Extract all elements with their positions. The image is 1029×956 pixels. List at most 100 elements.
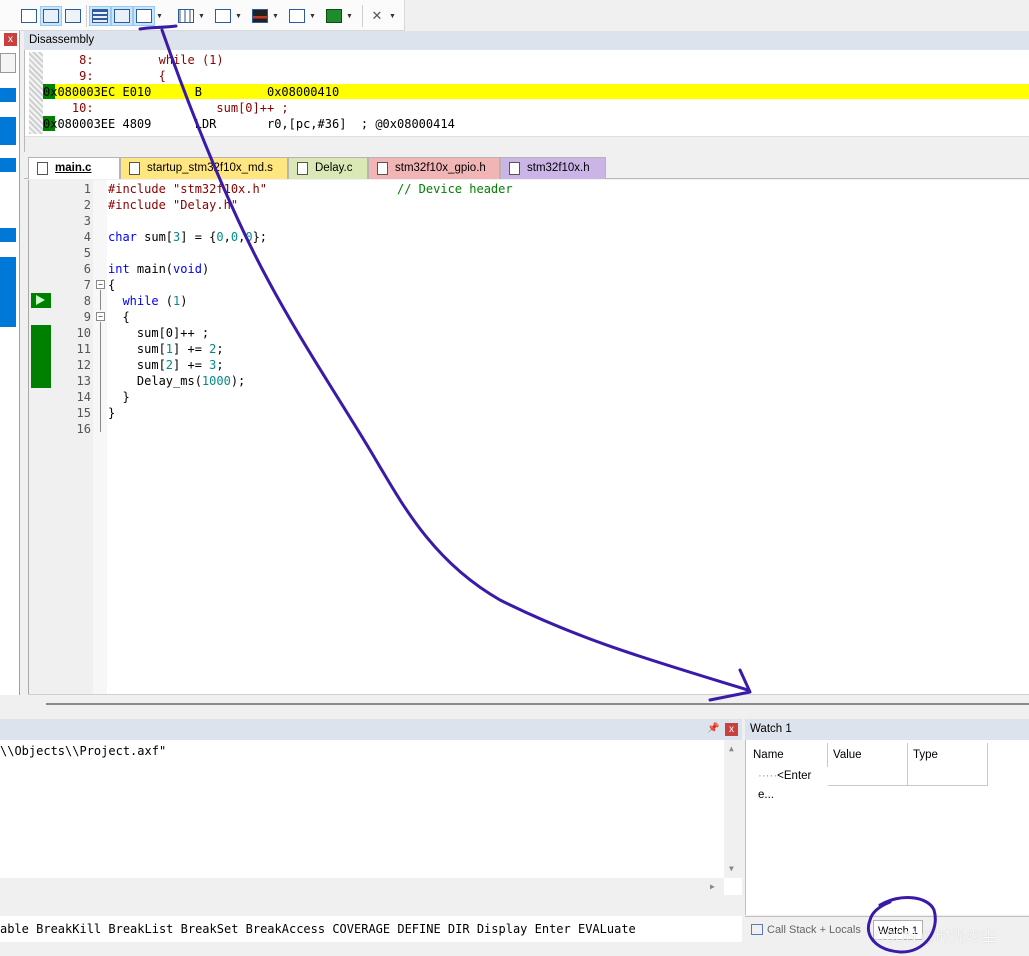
watch-windows-button[interactable] (133, 6, 155, 26)
code-line[interactable]: while (1) (108, 293, 187, 309)
logic-analyzer-icon (252, 9, 268, 23)
trace-windows-button[interactable] (286, 6, 308, 26)
disassembly-source-line[interactable]: 8: while (1) (43, 52, 224, 68)
code-text: main( (129, 262, 174, 276)
keyword: void (173, 262, 202, 276)
disassembly-instruction-line[interactable]: 0x080003EE 4809 LDR r0,[pc,#36] ; @0x080… (43, 116, 455, 132)
column-header-type[interactable]: Type (908, 743, 988, 767)
code-line[interactable]: int main(void) (108, 261, 209, 277)
line-number: 9 (83, 310, 91, 324)
scroll-up-icon[interactable]: ▲ (729, 744, 734, 753)
scroll-down-icon[interactable]: ▼ (729, 864, 734, 873)
watch-dropdown-arrow[interactable]: ▼ (155, 13, 164, 20)
code-line[interactable]: char sum[3] = {0,0,0}; (108, 229, 267, 245)
close-icon[interactable]: x (4, 33, 17, 46)
line-number: 2 (83, 198, 91, 212)
tab-delay-c[interactable]: Delay.c (288, 157, 368, 179)
call-stack-icon (114, 9, 130, 23)
analysis-windows-button[interactable] (249, 6, 271, 26)
code-line[interactable]: { (108, 277, 115, 293)
code-line[interactable]: { (108, 309, 129, 325)
editor-tabs: main.c startup_stm32f10x_md.s Delay.c st… (24, 155, 1029, 179)
memory-windows-button[interactable] (175, 6, 197, 26)
code-line[interactable]: sum[2] += 3; (108, 357, 224, 373)
tab-startup[interactable]: startup_stm32f10x_md.s (120, 157, 288, 179)
code-line[interactable]: sum[0]++ ; (108, 325, 209, 341)
symbols-window-button[interactable] (62, 6, 84, 26)
code-line[interactable]: } (108, 389, 129, 405)
file-icon (37, 162, 48, 175)
registers-window-button[interactable] (89, 6, 111, 26)
line-number: 14 (76, 390, 91, 404)
close-icon[interactable]: x (725, 723, 738, 736)
number: 0 (245, 230, 253, 244)
watch-window[interactable]: Name Value Type ·····<Enter e... (745, 740, 1029, 915)
number: 0 (216, 230, 224, 244)
code-line[interactable]: #include "stm32f10x.h" // Device header (108, 181, 513, 197)
watch-entry-value[interactable] (828, 767, 908, 786)
keyword: while (122, 294, 159, 308)
command-window-button[interactable] (18, 6, 40, 26)
toolbox-dropdown-arrow[interactable]: ▼ (388, 13, 397, 20)
selected-item[interactable] (0, 257, 16, 327)
horizontal-scrollbar[interactable]: ▶ (0, 878, 724, 895)
file-icon (129, 162, 140, 175)
file-icon (377, 162, 388, 175)
vertical-scrollbar[interactable]: ▲ ▼ (724, 740, 742, 878)
code-text: Delay_ms( (108, 374, 202, 388)
number: 0 (230, 230, 239, 244)
serial-icon (215, 9, 231, 23)
analysis-dropdown-arrow[interactable]: ▼ (271, 13, 280, 20)
command-output[interactable]: \\Objects\\Project.axf" ▲ ▼ ▶ (0, 740, 742, 895)
line-number: 1 (83, 182, 91, 196)
disassembly-source-line[interactable]: 10: sum[0]++ ; (43, 100, 289, 116)
serial-dropdown-arrow[interactable]: ▼ (234, 13, 243, 20)
fold-toggle-icon[interactable]: − (96, 280, 105, 289)
disassembly-instruction-line[interactable]: 0x080003EC E010 B 0x08000410 (43, 84, 339, 100)
watch-entry-name[interactable]: ·····<Enter e... (748, 767, 828, 801)
selected-item[interactable] (0, 88, 16, 102)
code-text: ; (216, 342, 224, 356)
disassembly-source-line[interactable]: 9: { (43, 68, 166, 84)
line-number: 8 (83, 294, 91, 308)
code-text: ); (230, 374, 246, 388)
directive: #include (108, 182, 174, 196)
system-viewer-icon (326, 9, 342, 23)
disassembly-window-button[interactable] (40, 6, 62, 26)
serial-windows-button[interactable] (212, 6, 234, 26)
horizontal-scrollbar[interactable] (25, 136, 1029, 152)
selected-item[interactable] (0, 158, 16, 172)
selected-item[interactable] (0, 228, 16, 242)
tools-icon: ✕ (371, 8, 383, 23)
tab-gpio-h[interactable]: stm32f10x_gpio.h (368, 157, 500, 179)
code-text: ] = { (180, 230, 217, 244)
selected-item[interactable] (0, 117, 16, 145)
column-header-name[interactable]: Name (748, 743, 828, 767)
tab-call-stack-locals[interactable]: Call Stack + Locals (751, 920, 861, 940)
column-header-value[interactable]: Value (828, 743, 908, 767)
trace-dropdown-arrow[interactable]: ▼ (308, 13, 317, 20)
command-window-header: 📌 x (0, 719, 742, 740)
system-viewer-button[interactable] (323, 6, 345, 26)
panel-button[interactable] (0, 53, 16, 73)
scrollbar-thumb[interactable] (46, 703, 1029, 705)
code-text: ( (158, 294, 174, 308)
code-line[interactable]: #include "Delay.h" (108, 197, 238, 213)
tab-main-c[interactable]: main.c (28, 157, 120, 179)
code-line[interactable]: } (108, 405, 115, 421)
code-line[interactable]: Delay_ms(1000); (108, 373, 245, 389)
code-editor[interactable]: 1 2 3 4 5 6 7 8 9 10 11 12 13 14 15 16 −… (28, 180, 1029, 694)
call-stack-window-button[interactable] (111, 6, 133, 26)
fold-toggle-icon[interactable]: − (96, 312, 105, 321)
code-line[interactable]: sum[1] += 2; (108, 341, 224, 357)
toolbox-button[interactable]: ✕ (366, 6, 388, 26)
fold-guide (100, 322, 101, 396)
disassembly-window[interactable]: 8: while (1) 9: { 0x080003EC E010 B 0x08… (24, 50, 1029, 152)
system-viewer-dropdown-arrow[interactable]: ▼ (345, 13, 354, 20)
editor-horizontal-scrollbar[interactable] (28, 694, 1029, 713)
memory-dropdown-arrow[interactable]: ▼ (197, 13, 206, 20)
tab-stm32f10x-h[interactable]: stm32f10x.h (500, 157, 606, 179)
pin-icon[interactable]: 📌 (707, 723, 719, 734)
scroll-right-icon[interactable]: ▶ (710, 882, 715, 891)
